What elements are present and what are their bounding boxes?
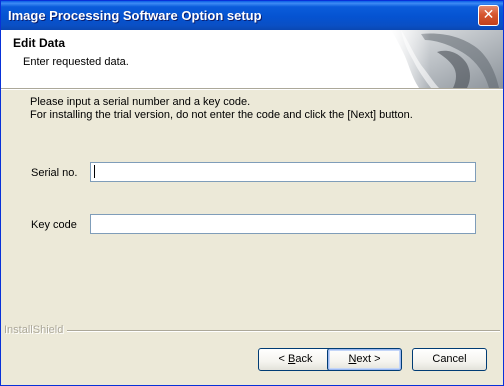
next-button[interactable]: Next > bbox=[327, 348, 402, 371]
cancel-button-label: Cancel bbox=[432, 353, 467, 365]
setup-dialog: Image Processing Software Option setup ✕… bbox=[0, 0, 504, 386]
window-title: Image Processing Software Option setup bbox=[8, 8, 262, 23]
title-bar[interactable]: Image Processing Software Option setup ✕ bbox=[1, 1, 503, 30]
installshield-header-graphic-icon bbox=[391, 30, 503, 88]
header-subtitle: Enter requested data. bbox=[23, 56, 129, 68]
serial-no-label: Serial no. bbox=[31, 167, 78, 179]
header-separator-highlight bbox=[1, 89, 503, 90]
instruction-line-2: For installing the trial version, do not… bbox=[30, 109, 413, 121]
back-button-rest: ack bbox=[295, 353, 313, 365]
close-icon: ✕ bbox=[482, 7, 495, 23]
dialog-header: Edit Data Enter requested data. bbox=[1, 30, 503, 88]
installshield-brand-text: InstallShield bbox=[4, 324, 64, 336]
footer-separator-highlight bbox=[67, 331, 500, 332]
back-button-prefix: < bbox=[278, 353, 288, 365]
key-code-input[interactable] bbox=[90, 214, 476, 234]
instructions: Please input a serial number and a key c… bbox=[30, 96, 413, 122]
text-caret bbox=[94, 165, 95, 178]
close-button[interactable]: ✕ bbox=[478, 5, 499, 26]
serial-no-input[interactable] bbox=[90, 162, 476, 182]
cancel-button[interactable]: Cancel bbox=[412, 348, 487, 371]
instruction-line-1: Please input a serial number and a key c… bbox=[30, 96, 251, 108]
installshield-brand: InstallShield bbox=[4, 324, 63, 336]
back-button[interactable]: < Back bbox=[258, 348, 333, 371]
next-button-rest: ext > bbox=[356, 353, 381, 365]
key-code-label: Key code bbox=[31, 219, 77, 231]
header-title: Edit Data bbox=[13, 36, 66, 50]
